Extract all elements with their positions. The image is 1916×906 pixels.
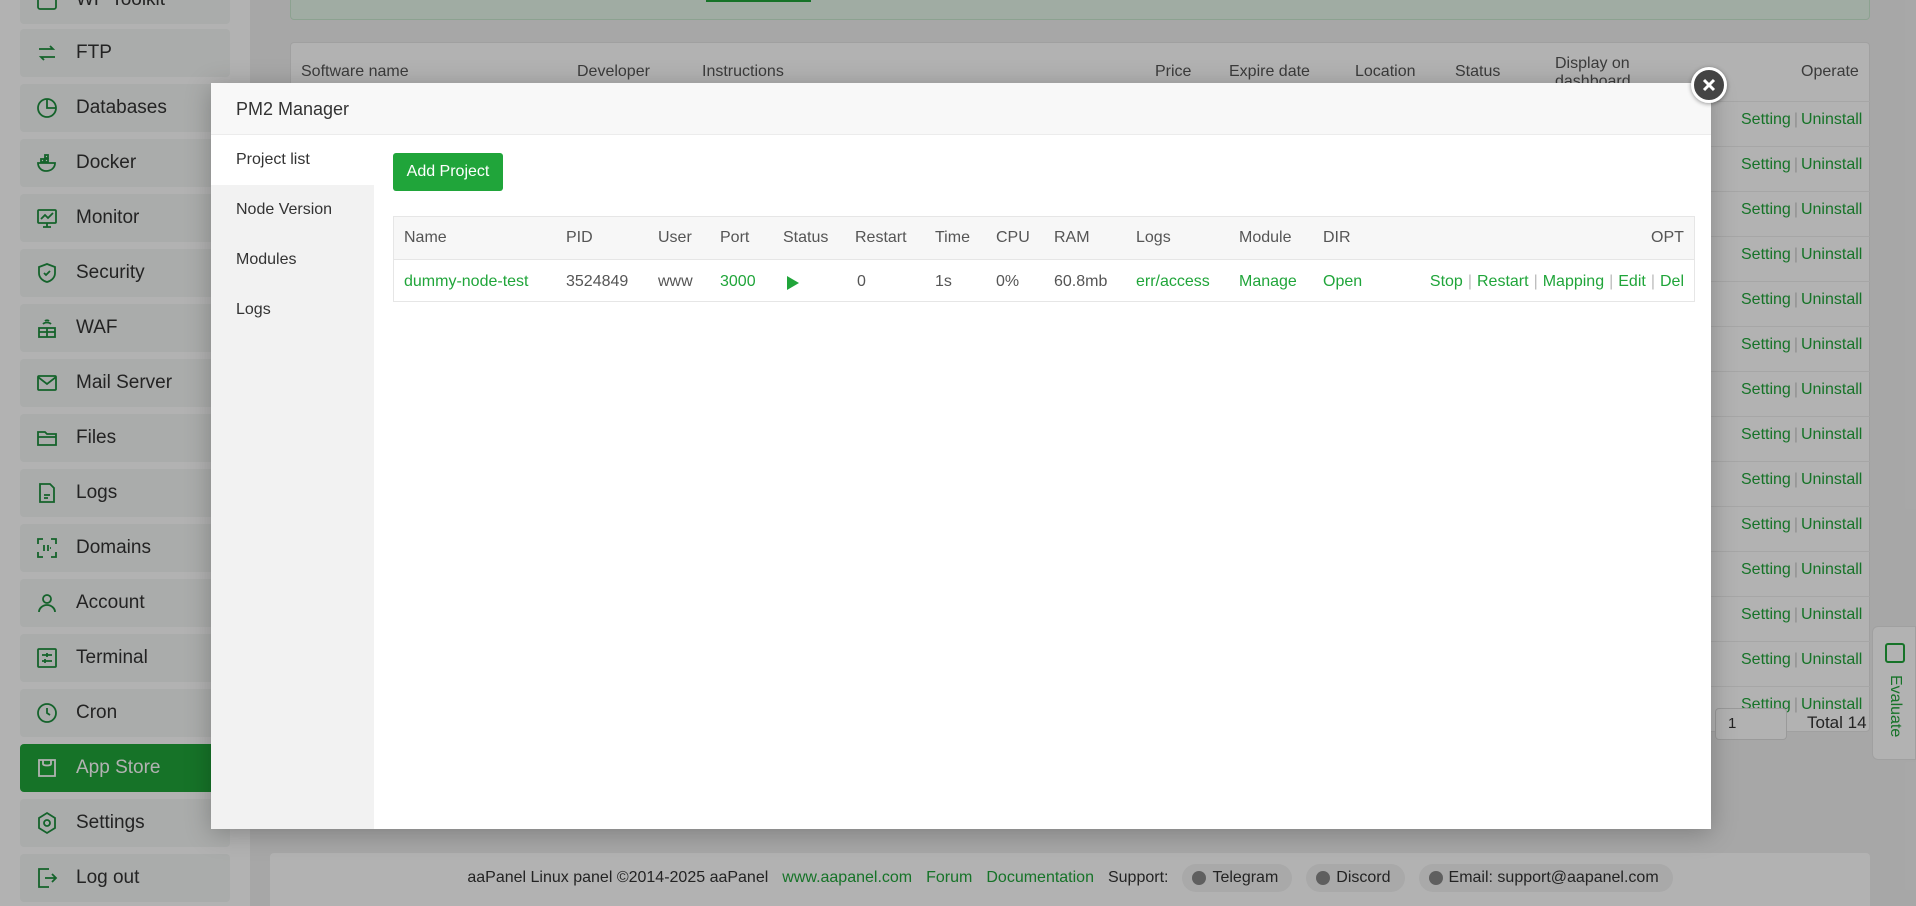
col-restart: Restart <box>855 229 907 246</box>
col-status: Status <box>783 229 829 246</box>
project-restart-count: 0 <box>857 273 866 290</box>
project-logs-link[interactable]: err/access <box>1136 273 1210 291</box>
project-pid: 3524849 <box>566 273 629 290</box>
mapping-link[interactable]: Mapping <box>1543 273 1604 291</box>
project-name-link[interactable]: dummy-node-test <box>404 273 529 291</box>
close-dialog-button[interactable] <box>1691 67 1727 103</box>
col-dir: DIR <box>1323 229 1351 246</box>
col-opt: OPT <box>1651 229 1684 246</box>
edit-link[interactable]: Edit <box>1618 273 1646 291</box>
tab-node-version[interactable]: Node Version <box>211 185 374 235</box>
col-name: Name <box>404 229 447 246</box>
play-icon[interactable] <box>787 276 799 290</box>
pm2-manager-dialog: PM2 Manager Project list Node Version Mo… <box>211 83 1711 829</box>
add-project-button[interactable]: Add Project <box>393 153 503 191</box>
project-operations: Stop | Restart | Mapping | Edit | Del <box>1429 273 1684 291</box>
stop-link[interactable]: Stop <box>1430 273 1463 291</box>
dialog-title: PM2 Manager <box>236 99 350 119</box>
col-user: User <box>658 229 692 246</box>
tab-logs[interactable]: Logs <box>211 285 374 335</box>
col-ram: RAM <box>1054 229 1090 246</box>
project-cpu: 0% <box>996 273 1020 290</box>
col-port: Port <box>720 229 750 246</box>
project-module-manage-link[interactable]: Manage <box>1239 273 1297 291</box>
col-pid: PID <box>566 229 593 246</box>
col-time: Time <box>935 229 970 246</box>
col-logs: Logs <box>1136 229 1171 246</box>
project-uptime: 1s <box>935 273 952 290</box>
tab-modules[interactable]: Modules <box>211 235 374 285</box>
close-icon <box>1702 78 1716 92</box>
restart-link[interactable]: Restart <box>1477 273 1529 291</box>
col-module: Module <box>1239 229 1292 246</box>
dialog-header: PM2 Manager <box>211 83 1711 135</box>
project-port-link[interactable]: 3000 <box>720 273 756 291</box>
project-ram: 60.8mb <box>1054 273 1108 290</box>
project-table-header: Name PID User Port Status Restart Time C… <box>394 217 1694 260</box>
project-table: Name PID User Port Status Restart Time C… <box>393 216 1695 302</box>
delete-link[interactable]: Del <box>1660 273 1684 291</box>
col-cpu: CPU <box>996 229 1030 246</box>
project-user: www <box>658 273 693 290</box>
tab-project-list[interactable]: Project list <box>211 135 374 185</box>
project-dir-open-link[interactable]: Open <box>1323 273 1362 291</box>
dialog-side-nav: Project list Node Version Modules Logs <box>211 135 374 829</box>
